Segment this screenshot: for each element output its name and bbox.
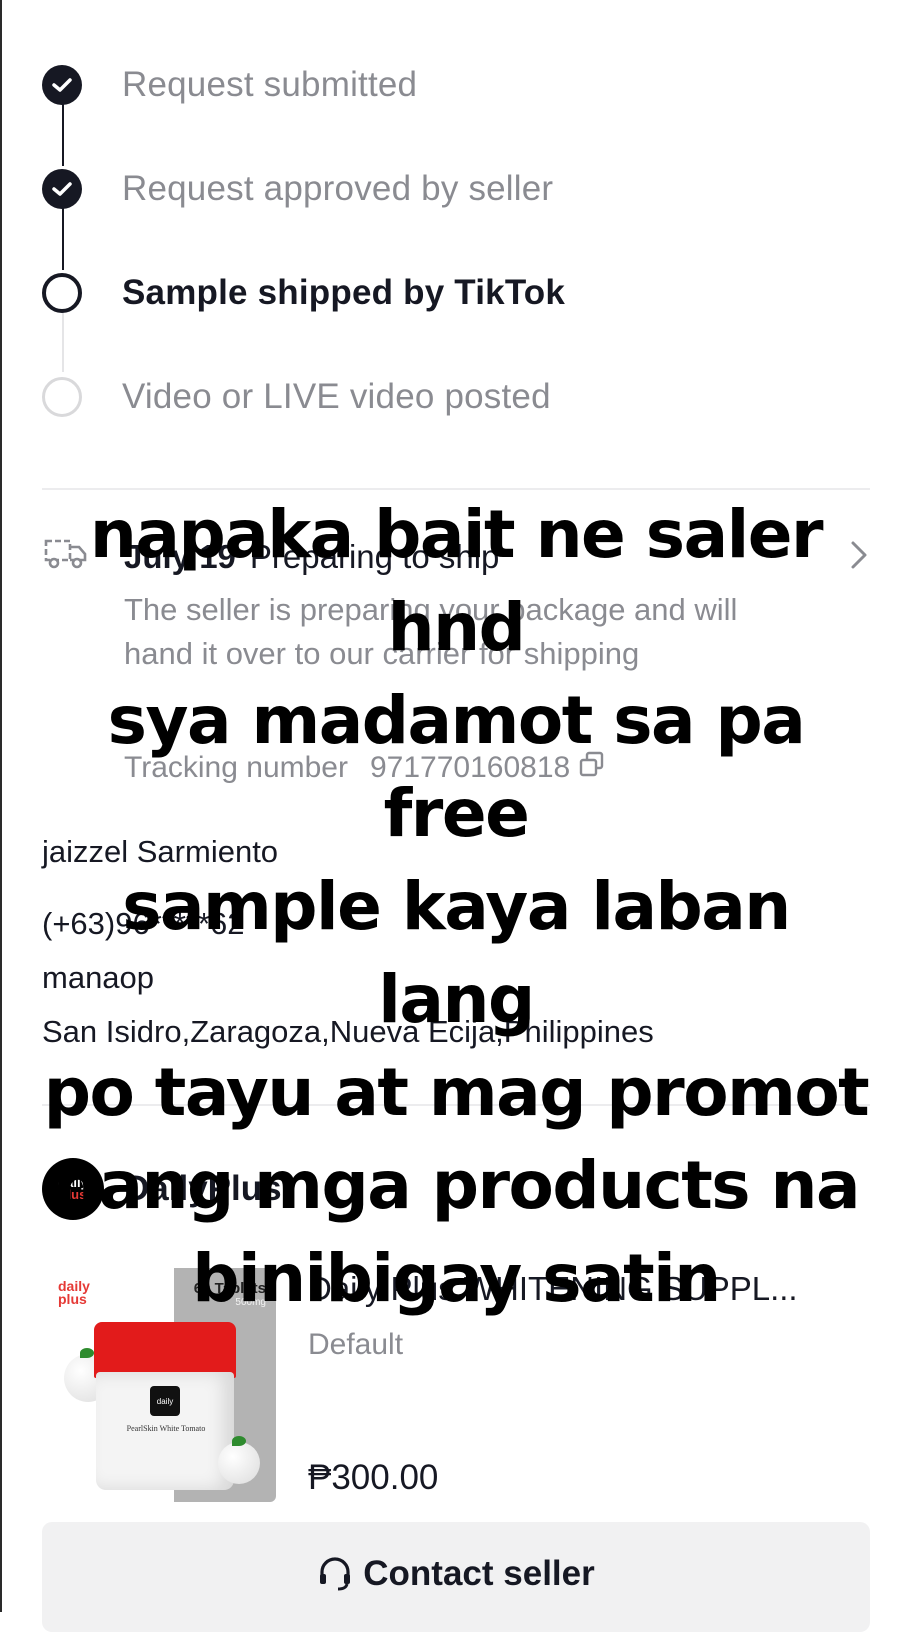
timeline-step-shipped: Sample shipped by TikTok [42, 268, 565, 318]
headset-icon [317, 1556, 353, 1597]
current-step-circle-icon [42, 273, 82, 313]
timeline-connector [62, 104, 64, 166]
timeline-step-label: Request approved by seller [122, 169, 554, 208]
timeline-step-submitted: Request submitted [42, 60, 417, 110]
timeline-step-label: Request submitted [122, 65, 418, 104]
screen-edge [0, 0, 2, 1612]
contact-seller-button[interactable]: Contact seller [42, 1522, 870, 1632]
pending-step-circle-icon [42, 377, 82, 417]
caption-line: po tayu at mag promot [43, 1054, 870, 1131]
video-caption-overlay: napaka bait ne saler hnd sya madamot sa … [40, 488, 872, 1325]
check-icon [42, 169, 82, 209]
timeline-step-label: Video or LIVE video posted [122, 377, 551, 416]
leaf-decoration [80, 1348, 94, 1358]
product-price: ₱300.00 [308, 1458, 439, 1497]
tomato-decoration [218, 1442, 260, 1484]
caption-line: binibigay satin [192, 1240, 721, 1317]
caption-line: sample kaya laban lang [122, 868, 791, 1038]
timeline-step-posted: Video or LIVE video posted [42, 372, 551, 422]
product-jar-logo: daily [150, 1386, 180, 1416]
caption-line: sya madamot sa pa free [107, 682, 806, 852]
product-jar-lid [94, 1322, 236, 1378]
product-variant: Default [308, 1328, 404, 1361]
timeline-connector [62, 312, 64, 372]
timeline-connector [62, 208, 64, 270]
product-jar-text: PearlSkin White Tomato [126, 1424, 206, 1433]
caption-line: napaka bait ne saler hnd [89, 496, 824, 666]
timeline-step-approved: Request approved by seller [42, 164, 553, 214]
leaf-decoration [232, 1436, 246, 1446]
timeline-step-label: Sample shipped by TikTok [122, 273, 566, 312]
contact-seller-label: Contact seller [363, 1554, 595, 1593]
check-icon [42, 65, 82, 105]
caption-line: nang mga products na [52, 1147, 861, 1224]
